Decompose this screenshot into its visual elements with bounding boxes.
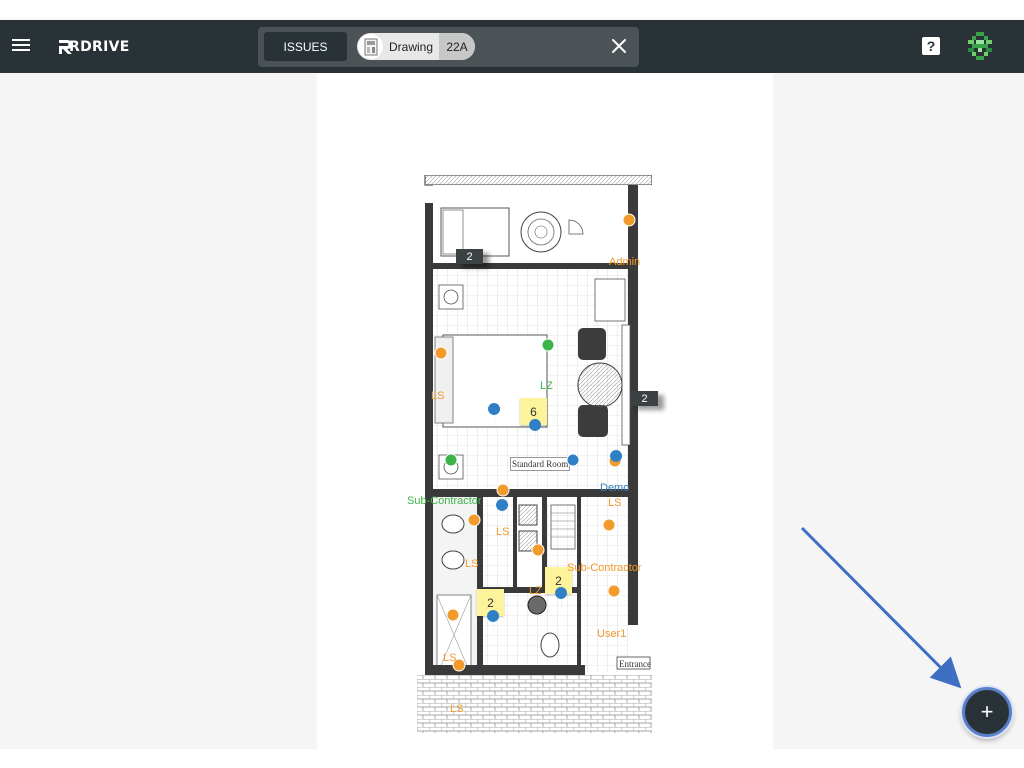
issue-pin-blue-dot <box>566 453 580 467</box>
pin-label-sub-contractor-2[interactable]: Sub-Contractor <box>567 562 642 574</box>
top-strip <box>0 0 1024 20</box>
add-issue-button[interactable]: + <box>962 687 1012 737</box>
close-icon[interactable] <box>611 38 627 54</box>
drawing-filter-chip[interactable]: Drawing 22A <box>357 33 475 60</box>
pin-label-user1[interactable]: User1 <box>597 628 626 640</box>
issue-pin-lz <box>531 543 545 557</box>
bottom-strip <box>0 749 1024 768</box>
issue-pin-sub-contractor-2 <box>602 518 616 532</box>
pin-label-sub-contractor[interactable]: Sub-Contractor <box>407 495 482 507</box>
brand-logo[interactable]: RDRIVE <box>56 36 130 58</box>
pin-label-lz-2[interactable]: LZ <box>529 585 542 597</box>
issue-filter-bar: ISSUES Drawing 22A <box>258 27 639 67</box>
brand-name: RDRIVE <box>69 39 130 55</box>
pin-label-ls[interactable]: LS <box>431 390 444 402</box>
help-icon[interactable]: ? <box>922 37 940 55</box>
issue-pin-ls-2 <box>467 513 481 527</box>
issue-pin-ls <box>434 346 448 360</box>
issues-button[interactable]: ISSUES <box>264 32 347 61</box>
pin-label-ls-2[interactable]: LS <box>608 497 621 509</box>
chip-count: 22A <box>439 33 475 60</box>
issue-pin-sub-contractor-green <box>444 453 458 467</box>
pin-label-admin[interactable]: Admin <box>609 256 640 268</box>
hamburger-menu-icon[interactable] <box>12 36 34 58</box>
issue-pin-sub-contractor <box>496 483 510 497</box>
issue-pin-user1 <box>607 584 621 598</box>
pin-label-lz[interactable]: LZ <box>540 380 553 392</box>
pin-label-demo[interactable]: Demo <box>600 482 629 494</box>
help-glyph: ? <box>926 38 936 54</box>
floor-plan-drawing[interactable]: Standard Room Entrance 2 2 6 2 2 Admin L… <box>407 175 658 733</box>
issue-pin-ls-3 <box>446 608 460 622</box>
issue-pin-lz-green <box>541 338 555 352</box>
pin-label-ls-4[interactable]: LS <box>465 558 478 570</box>
add-icon: + <box>980 699 994 724</box>
user-avatar[interactable] <box>966 32 994 60</box>
pin-label-ls-5[interactable]: LS <box>443 652 456 664</box>
issue-pin-admin <box>622 213 636 227</box>
pin-label-ls-3[interactable]: LS <box>496 526 509 538</box>
drawing-thumbnail-icon <box>358 34 383 59</box>
pin-label-ls-6[interactable]: LS <box>450 703 463 715</box>
chip-label: Drawing <box>389 39 434 54</box>
